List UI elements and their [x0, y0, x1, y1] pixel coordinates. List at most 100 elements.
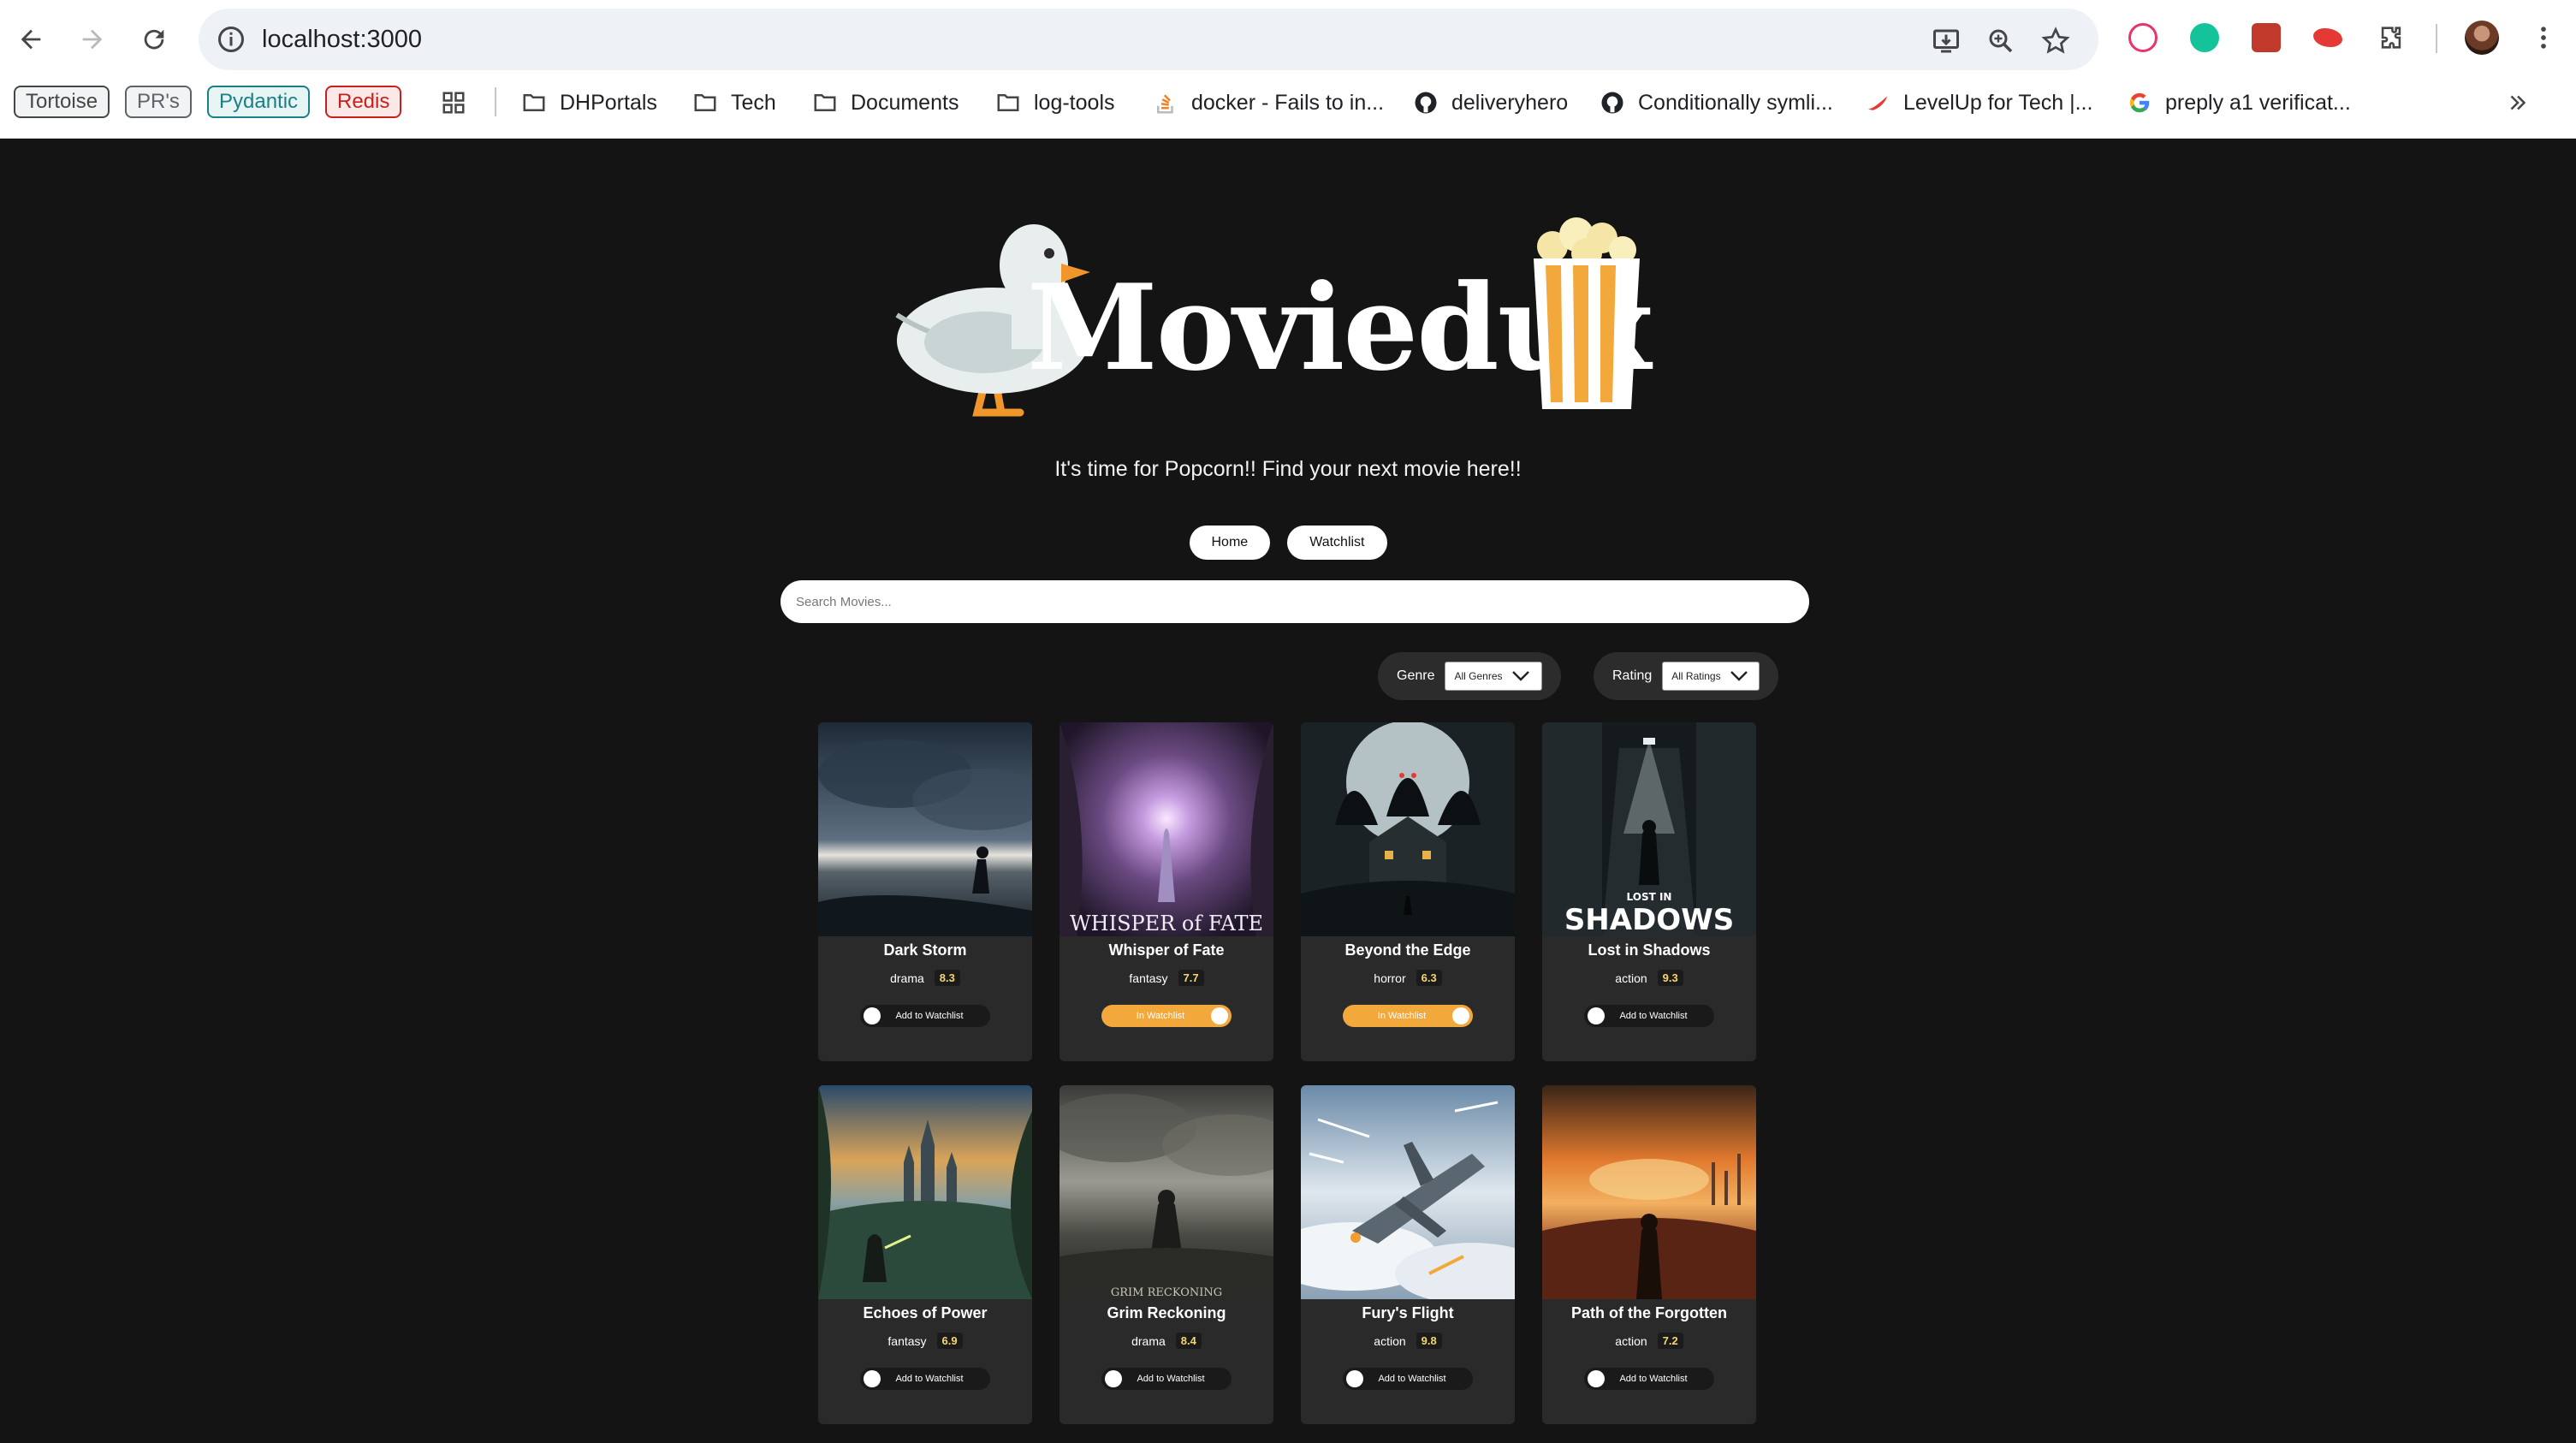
bookmark-log-tools[interactable]: log-tools [994, 87, 1115, 118]
bookmark-pill-tortoise[interactable]: Tortoise [14, 86, 110, 118]
bookmark-tech[interactable]: Tech [691, 87, 776, 118]
address-bar[interactable]: localhost:3000 [199, 9, 2098, 70]
watchlist-toggle[interactable]: In Watchlist [1343, 1005, 1473, 1027]
back-button[interactable] [10, 19, 51, 60]
chevron-down-icon [1730, 671, 1748, 681]
extension-grammarly-icon[interactable] [2187, 21, 2222, 55]
movie-card: Path of the Forgotten action 7.2 Add to … [1542, 1085, 1756, 1424]
movie-meta: horror 6.3 [1301, 970, 1515, 986]
search-input[interactable] [781, 580, 1809, 623]
bookmark-dhportals[interactable]: DHPortals [520, 87, 657, 118]
bookmark-documents[interactable]: Documents [811, 87, 959, 118]
bookmarks-bar: Tortoise PR's Pydantic Redis DHPortals T… [0, 82, 2576, 123]
forward-button[interactable] [72, 19, 113, 60]
zoom-icon[interactable] [1984, 24, 2018, 58]
movie-title: Whisper of Fate [1108, 941, 1225, 959]
movie-poster[interactable] [818, 722, 1032, 936]
bookmark-label: Conditionally symli... [1638, 90, 1833, 115]
apps-grid-button[interactable] [440, 87, 467, 118]
url-text[interactable]: localhost:3000 [262, 24, 422, 55]
movie-poster[interactable]: WHISPER of FATE [1059, 722, 1273, 936]
movie-poster[interactable] [1542, 1085, 1756, 1299]
toggle-label: Add to Watchlist [1619, 1374, 1688, 1384]
browser-menu-icon[interactable] [2526, 21, 2561, 55]
movie-meta: action 9.3 [1542, 970, 1756, 986]
movie-title: Fury's Flight [1362, 1304, 1454, 1321]
profile-avatar[interactable] [2465, 21, 2499, 55]
bookmark-pill-pydantic[interactable]: Pydantic [207, 86, 311, 118]
extension-levelup-icon[interactable] [2311, 21, 2345, 55]
movie-poster[interactable]: LOST IN SHADOWS [1542, 722, 1756, 936]
bookmark-preply[interactable]: preply a1 verificat... [2126, 87, 2351, 118]
genre-select[interactable]: All Genres [1445, 662, 1543, 691]
movie-meta: fantasy 7.7 [1059, 970, 1273, 986]
bookmark-conditionally-symlink[interactable]: Conditionally symli... [1599, 87, 1833, 118]
poster-title-text: GRIM RECKONING [1111, 1286, 1222, 1299]
bookmark-separator [495, 87, 496, 116]
movie-poster[interactable] [1301, 722, 1515, 936]
movie-title: Lost in Shadows [1588, 941, 1711, 959]
poster-subtitle-text: LOST IN [1627, 891, 1672, 903]
movie-rating: 7.2 [1657, 1333, 1683, 1349]
bookmark-star-icon[interactable] [2039, 24, 2073, 58]
folder-icon [994, 89, 1022, 116]
bookmark-label: deliveryhero [1451, 90, 1569, 115]
bookmark-label: Documents [851, 90, 959, 115]
toolbar-separator [2436, 24, 2437, 53]
watchlist-toggle[interactable]: Add to Watchlist [1584, 1005, 1714, 1027]
site-info-icon[interactable] [216, 24, 246, 55]
poster-title-text: SHADOWS [1564, 903, 1734, 936]
movie-card: Echoes of Power fantasy 6.9 Add to Watch… [818, 1085, 1032, 1424]
rating-filter: Rating All Ratings [1594, 652, 1779, 700]
poster-title-text: WHISPER of FATE [1070, 912, 1263, 935]
movie-genre: drama [890, 971, 924, 985]
rating-select[interactable]: All Ratings [1662, 662, 1760, 691]
genre-selected: All Genres [1454, 670, 1503, 682]
watchlist-toggle[interactable]: Add to Watchlist [1101, 1368, 1232, 1390]
bookmark-levelup[interactable]: LevelUp for Tech |... [1864, 87, 2092, 118]
movie-meta: action 7.2 [1542, 1333, 1756, 1349]
watchlist-toggle[interactable]: Add to Watchlist [1584, 1368, 1714, 1390]
movie-poster[interactable] [818, 1085, 1032, 1299]
movie-rating: 7.7 [1178, 970, 1204, 986]
bookmarks-overflow-button[interactable] [2504, 87, 2531, 118]
toggle-label: Add to Watchlist [1378, 1374, 1446, 1384]
movie-title: Beyond the Edge [1344, 941, 1471, 959]
bookmark-docker[interactable]: docker - Fails to in... [1152, 87, 1384, 118]
bookmark-pill-redis[interactable]: Redis [325, 86, 402, 118]
genre-filter: Genre All Genres [1378, 652, 1562, 700]
watchlist-toggle[interactable]: Add to Watchlist [860, 1368, 990, 1390]
extensions-puzzle-icon[interactable] [2374, 21, 2408, 55]
bookmark-pill-prs[interactable]: PR's [125, 86, 192, 118]
movie-poster[interactable]: GRIM RECKONING [1059, 1085, 1273, 1299]
install-app-icon[interactable] [1929, 24, 1963, 58]
watchlist-toggle[interactable]: Add to Watchlist [860, 1005, 990, 1027]
bookmark-deliveryhero[interactable]: deliveryhero [1412, 87, 1568, 118]
apps-grid-icon [440, 89, 467, 116]
rating-label: Rating [1612, 668, 1653, 683]
movie-card: Dark Storm drama 8.3 Add to Watchlist [818, 722, 1032, 1061]
toggle-label: Add to Watchlist [895, 1011, 964, 1021]
movie-title: Dark Storm [883, 941, 967, 959]
toggle-label: Add to Watchlist [1137, 1374, 1205, 1384]
movie-meta: drama 8.4 [1059, 1333, 1273, 1349]
back-arrow-icon [21, 29, 41, 50]
github-icon [1412, 89, 1439, 116]
movie-rating: 9.8 [1416, 1333, 1442, 1349]
movie-title: Grim Reckoning [1107, 1304, 1226, 1321]
extension-maps-icon[interactable] [2126, 21, 2160, 55]
movie-title: Echoes of Power [863, 1304, 988, 1321]
watchlist-toggle[interactable]: Add to Watchlist [1343, 1368, 1473, 1390]
reload-button[interactable] [134, 19, 175, 60]
movie-poster[interactable] [1301, 1085, 1515, 1299]
reload-icon [144, 29, 164, 50]
bookmark-label: preply a1 verificat... [2165, 90, 2351, 115]
movie-rating: 6.3 [1416, 970, 1442, 986]
movie-card: LOST IN SHADOWS Lost in Shadows action 9.… [1542, 722, 1756, 1061]
movie-genre: action [1615, 971, 1647, 985]
extension-screenshot-icon[interactable] [2249, 21, 2283, 55]
tab-home[interactable]: Home [1189, 526, 1271, 560]
watchlist-toggle[interactable]: In Watchlist [1101, 1005, 1232, 1027]
tab-watchlist[interactable]: Watchlist [1287, 526, 1387, 560]
rating-selected: All Ratings [1671, 670, 1721, 682]
